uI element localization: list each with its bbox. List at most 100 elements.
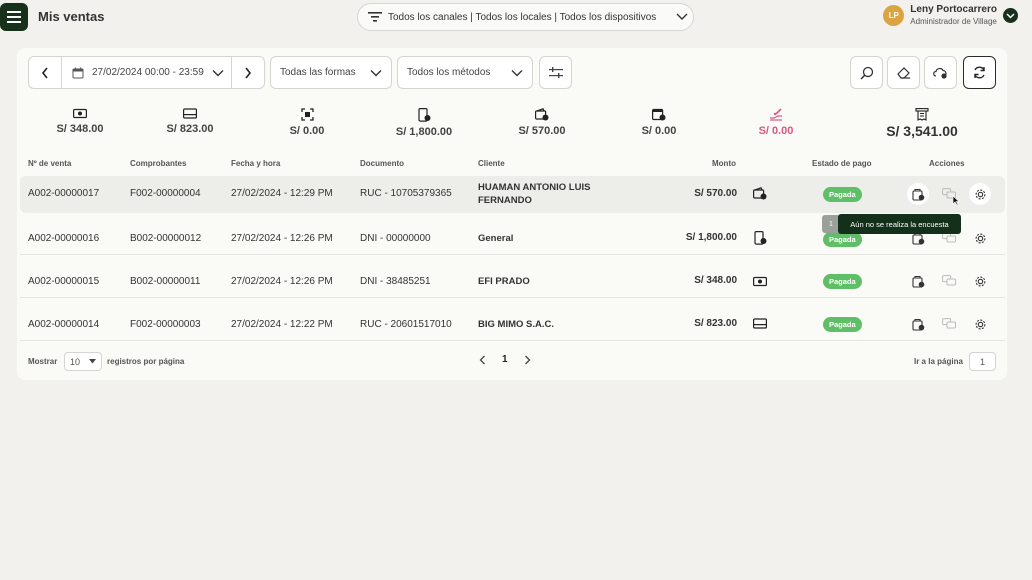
client-name-line2: FERNANDO [478,195,532,206]
gear-icon [975,189,985,199]
search-button[interactable] [850,56,883,89]
cloud-download-button[interactable] [924,56,957,89]
summary-total: S/ 3,541.00 [862,108,982,139]
col-voucher: Comprobantes [130,159,187,168]
client-name-line1: HUAMAN ANTONIO LUIS [478,182,591,193]
chat-button[interactable] [938,270,960,292]
refresh-button[interactable] [963,56,996,89]
chevron-down-icon [511,69,523,76]
hamburger-icon [7,11,21,23]
forms-select-value: Todas las formas [280,67,356,78]
summary-value: S/ 0.00 [289,125,325,137]
settings-button[interactable] [969,270,991,292]
table-header: Nº de venta Comprobantes Fecha y hora Do… [17,154,1007,172]
voucher: B002-00000012 [130,233,202,244]
clear-filters-button[interactable] [887,56,920,89]
summary-card: S/ 823.00 [130,108,250,135]
next-page-icon[interactable] [524,355,531,365]
sliders-icon [548,66,563,78]
col-sale-no: Nº de venta [28,159,72,168]
per-page-select[interactable]: 10 [64,352,102,371]
chat-button[interactable] [938,313,960,335]
table-row[interactable]: A002-00000014 F002-00000003 27/02/2024 -… [20,304,1005,341]
cash-icon [73,108,87,119]
receipt-icon [915,108,929,121]
phone-pay-icon [417,108,430,122]
user-menu[interactable]: LP Leny Portocarrero Administrador de Vi… [883,4,1018,27]
forms-select[interactable]: Todas las formas [270,56,392,89]
current-page[interactable]: 1 [502,354,508,365]
summary-value: S/ 570.00 [518,125,566,137]
channel-filter[interactable]: Todos los canales | Todos los locales | … [357,3,694,31]
amount: S/ 348.00 [694,275,737,286]
eraser-icon [897,67,910,79]
filter-label: Todos los canales | Todos los locales | … [388,11,657,23]
method-icon-cell [753,276,767,287]
wallet-icon [753,187,767,200]
next-date-button[interactable] [232,57,264,88]
survey-pending-icon [911,318,924,331]
survey-button[interactable] [907,313,929,335]
filter-icon [368,12,382,22]
summary-value: S/ 348.00 [56,123,104,135]
pagination-bar: Mostrar 10 registros por página 1 Ir a l… [17,348,1007,372]
methods-select[interactable]: Todos los métodos [397,56,533,89]
cash-icon [753,276,767,287]
summary-calendar-pay: S/ 0.00 [599,108,719,137]
cursor-icon [952,195,960,206]
datetime: 27/02/2024 - 12:29 PM [231,188,333,199]
summary-value: S/ 0.00 [641,125,677,137]
status-badge: Pagada [823,274,862,289]
chat-icon [941,318,956,329]
voucher: B002-00000011 [130,276,201,287]
menu-button[interactable] [0,3,28,31]
date-range-text: 27/02/2024 00:00 - 23:59 [92,67,204,78]
col-client: Cliente [478,159,505,168]
page-title: Mis ventas [38,9,105,24]
table-row[interactable]: A002-00000017 F002-00000004 27/02/2024 -… [20,176,1005,213]
survey-tooltip: Aún no se realiza la encuesta [838,214,961,234]
date-range-field[interactable]: 27/02/2024 00:00 - 23:59 [61,57,232,88]
settings-button[interactable] [969,227,991,249]
goto-page-input[interactable]: 1 [969,352,996,371]
calendar-icon [72,67,84,78]
voucher: F002-00000003 [130,319,201,330]
summary-value: S/ 0.00 [758,125,794,137]
cloud-download-icon [933,67,947,79]
gear-icon [975,276,985,286]
client-name: EFI PRADO [478,276,530,287]
user-chevron-button[interactable] [1003,8,1018,23]
caret-down-icon [89,359,96,364]
chevron-down-icon [676,13,688,20]
per-page-value: 10 [70,356,81,367]
survey-button[interactable] [907,183,929,205]
amount: S/ 823.00 [694,318,737,329]
settings-button[interactable] [969,183,991,205]
sale-number: A002-00000016 [28,233,100,244]
gear-icon [975,319,985,329]
col-amount: Monto [712,159,736,168]
credit-hand-icon [770,108,782,121]
summary-value: S/ 1,800.00 [395,126,453,138]
methods-select-value: Todos los métodos [407,67,491,78]
method-icon-cell [753,318,767,329]
prev-date-button[interactable] [29,57,61,88]
show-label: Mostrar [28,357,58,366]
summary-cash: S/ 348.00 [20,108,140,135]
sale-number: A002-00000017 [28,188,100,199]
sale-number: A002-00000014 [28,319,100,330]
prev-page-icon[interactable] [479,355,486,365]
top-bar: Mis ventas Todos los canales | Todos los… [0,0,1032,34]
chevron-left-icon [41,67,48,78]
card-icon [183,108,197,119]
survey-button[interactable] [907,270,929,292]
advanced-filter-button[interactable] [539,56,572,89]
client-name: General [478,233,514,244]
document: RUC - 20601517010 [360,319,452,330]
chevron-down-icon [1006,12,1015,19]
toolbar: 27/02/2024 00:00 - 23:59 Todas las forma… [28,56,996,89]
summary-total-value: S/ 3,541.00 [886,123,958,139]
settings-button[interactable] [969,313,991,335]
table-row[interactable]: A002-00000015 B002-00000011 27/02/2024 -… [20,261,1005,298]
summary-qr: S/ 0.00 [247,108,367,137]
